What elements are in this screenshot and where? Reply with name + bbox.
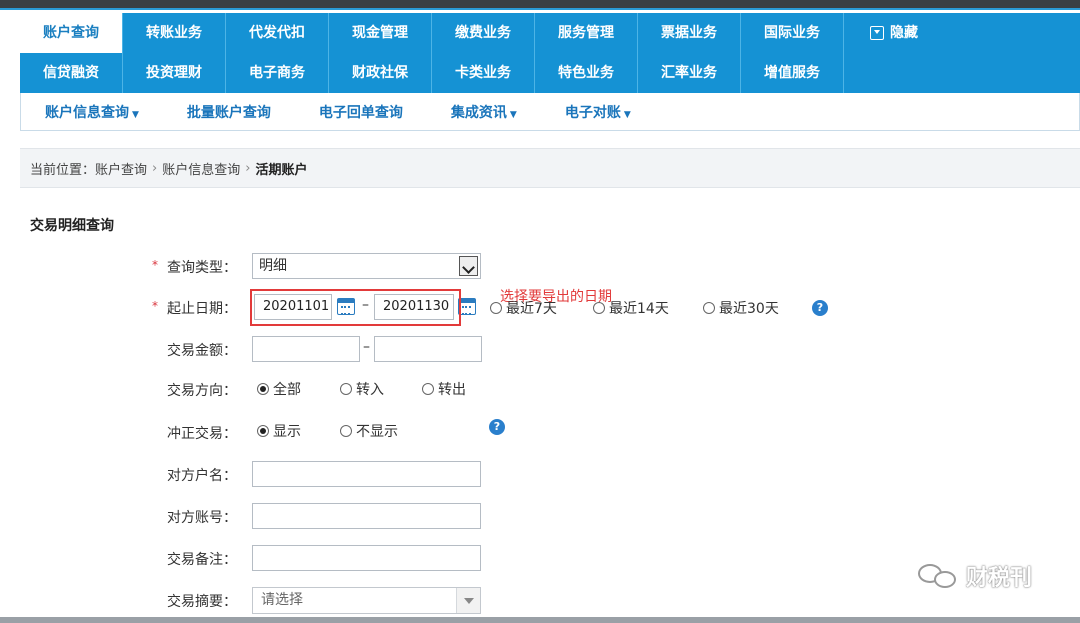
direction-label: 交易方向： xyxy=(167,383,237,399)
reversal-hide-label: 不显示 xyxy=(356,424,398,440)
nav-item-payment[interactable]: 缴费业务 xyxy=(432,13,535,53)
subnav-e-receipt[interactable]: 电子回单查询 xyxy=(295,102,427,122)
chevron-down-icon: ▼ xyxy=(509,109,517,120)
quick-30-days-label: 最近30天 xyxy=(719,301,779,317)
section-title: 交易明细查询 xyxy=(30,218,114,234)
radio-checked-icon xyxy=(257,425,269,437)
quick-14-days[interactable]: 最近14天 xyxy=(593,298,669,318)
amount-label: 交易金额： xyxy=(167,343,237,359)
browser-top-strip xyxy=(0,0,1080,10)
hide-label: 隐藏 xyxy=(890,25,918,41)
subnav-account-info[interactable]: 账户信息查询 ▼ xyxy=(21,102,163,122)
counterparty-account-input[interactable] xyxy=(252,503,481,529)
bottom-bar xyxy=(0,617,1080,623)
chevron-right-icon: › xyxy=(245,160,251,176)
nav-item-featured[interactable]: 特色业务 xyxy=(535,53,638,93)
date-range-label: 起止日期： xyxy=(167,301,237,317)
subnav-reconciliation[interactable]: 电子对账 ▼ xyxy=(541,102,655,122)
radio-checked-icon xyxy=(257,383,269,395)
nav-item-credit[interactable]: 信贷融资 xyxy=(20,53,123,93)
nav-item-cash-management[interactable]: 现金管理 xyxy=(329,13,432,53)
chevron-right-icon: › xyxy=(152,160,158,176)
summary-select[interactable]: 请选择 xyxy=(252,587,481,614)
counterparty-account-label: 对方账号： xyxy=(167,510,237,526)
subnav-reconciliation-label: 电子对账 xyxy=(564,104,621,121)
wechat-icon xyxy=(918,562,960,590)
query-type-value: 明细 xyxy=(259,258,287,274)
main-nav-row-1: 账户查询 转账业务 代发代扣 现金管理 缴费业务 服务管理 票据业务 国际业务 … xyxy=(20,13,944,53)
chevron-down-icon: ▼ xyxy=(132,109,139,120)
subnav-batch-query[interactable]: 批量账户查询 xyxy=(163,102,295,122)
quick-7-days-label: 最近7天 xyxy=(506,301,557,317)
breadcrumb-current: 活期账户 xyxy=(255,162,308,178)
quick-30-days[interactable]: 最近30天 xyxy=(703,298,779,318)
nav-item-service-management[interactable]: 服务管理 xyxy=(535,13,638,53)
reversal-show[interactable]: 显示 xyxy=(257,421,301,441)
radio-icon xyxy=(703,302,715,314)
amount-dash: – xyxy=(363,339,370,355)
direction-in-label: 转入 xyxy=(356,382,384,398)
subnav-info-label: 集成资讯 xyxy=(450,104,507,121)
nav-item-investment[interactable]: 投资理财 xyxy=(123,53,226,93)
direction-in[interactable]: 转入 xyxy=(340,379,384,399)
chevron-down-icon xyxy=(459,256,478,276)
amount-min-input[interactable] xyxy=(252,336,360,362)
nav-item-value-added[interactable]: 增值服务 xyxy=(741,53,844,93)
amount-max-input[interactable] xyxy=(374,336,482,362)
query-type-select[interactable]: 明细 xyxy=(252,253,481,279)
nav-item-ecommerce[interactable]: 电子商务 xyxy=(226,53,329,93)
direction-out[interactable]: 转出 xyxy=(422,379,466,399)
breadcrumb-prefix: 当前位置： xyxy=(30,162,96,178)
reversal-hide[interactable]: 不显示 xyxy=(340,421,398,441)
counterparty-name-input[interactable] xyxy=(252,461,481,487)
direction-all-label: 全部 xyxy=(273,382,301,398)
radio-icon xyxy=(422,383,434,395)
chevron-down-icon: ▼ xyxy=(623,109,631,120)
nav-item-cards[interactable]: 卡类业务 xyxy=(432,53,535,93)
subnav-info[interactable]: 集成资讯 ▼ xyxy=(427,102,541,122)
hide-nav-button[interactable]: 隐藏 xyxy=(844,13,944,53)
quick-14-days-label: 最近14天 xyxy=(609,301,669,317)
quick-7-days[interactable]: 最近7天 xyxy=(490,298,557,318)
help-icon[interactable]: ? xyxy=(489,419,505,435)
summary-placeholder: 请选择 xyxy=(261,592,303,608)
remark-label: 交易备注： xyxy=(167,552,237,568)
main-nav-row-2: 信贷融资 投资理财 电子商务 财政社保 卡类业务 特色业务 汇率业务 增值服务 xyxy=(20,53,844,93)
nav-item-payroll[interactable]: 代发代扣 xyxy=(226,13,329,53)
direction-all[interactable]: 全部 xyxy=(257,379,301,399)
subnav-account-info-label: 账户信息查询 xyxy=(45,104,129,121)
breadcrumb: 当前位置： 账户查询 › 账户信息查询 › 活期账户 xyxy=(20,148,1080,188)
watermark: 财税刊 xyxy=(918,560,1032,592)
help-icon[interactable]: ? xyxy=(812,300,828,316)
highlight-box xyxy=(250,289,461,326)
reversal-label: 冲正交易： xyxy=(167,426,237,442)
nav-item-transfer[interactable]: 转账业务 xyxy=(123,13,226,53)
sub-nav: 账户信息查询 ▼ 批量账户查询 电子回单查询 集成资讯 ▼ 电子对账 ▼ xyxy=(20,93,1080,131)
direction-out-label: 转出 xyxy=(438,382,466,398)
counterparty-name-label: 对方户名： xyxy=(167,468,237,484)
nav-item-exchange-rate[interactable]: 汇率业务 xyxy=(638,53,741,93)
remark-input[interactable] xyxy=(252,545,481,571)
radio-icon xyxy=(593,302,605,314)
radio-icon xyxy=(340,383,352,395)
watermark-text: 财税刊 xyxy=(966,566,1033,591)
required-marker: * xyxy=(152,258,158,272)
radio-icon xyxy=(490,302,502,314)
radio-icon xyxy=(340,425,352,437)
nav-item-bills[interactable]: 票据业务 xyxy=(638,13,741,53)
chevron-down-icon xyxy=(456,588,480,613)
nav-item-social-security[interactable]: 财政社保 xyxy=(329,53,432,93)
nav-item-international[interactable]: 国际业务 xyxy=(741,13,844,53)
breadcrumb-item[interactable]: 账户查询 xyxy=(95,159,147,178)
required-marker: * xyxy=(152,299,158,313)
nav-item-account-query[interactable]: 账户查询 xyxy=(20,13,123,53)
main-nav: 账户查询 转账业务 代发代扣 现金管理 缴费业务 服务管理 票据业务 国际业务 … xyxy=(20,13,1080,93)
summary-label: 交易摘要： xyxy=(167,594,237,610)
query-type-label: 查询类型： xyxy=(167,260,237,276)
reversal-show-label: 显示 xyxy=(273,424,301,440)
breadcrumb-item[interactable]: 账户信息查询 xyxy=(162,159,240,178)
collapse-icon xyxy=(870,26,884,40)
